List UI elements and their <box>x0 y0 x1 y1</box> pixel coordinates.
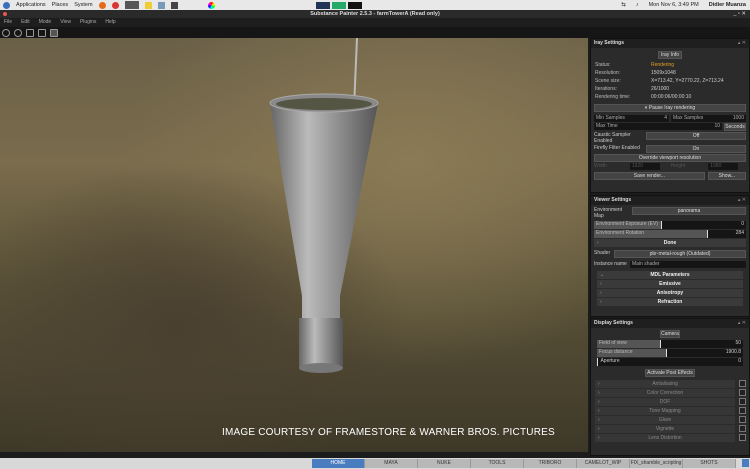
show-button[interactable]: Show... <box>707 172 746 180</box>
task-nuke[interactable]: NUKE <box>418 459 471 468</box>
menu-edit[interactable]: Edit <box>21 18 30 27</box>
effect-color-correction[interactable]: › Color Correction <box>595 389 746 397</box>
applications-menu[interactable]: Applications <box>16 2 46 8</box>
stat-row: Scene size: X=713.42, Y=2770.22, Z=713.24 <box>595 78 724 84</box>
menu-file[interactable]: File <box>4 18 12 27</box>
shader-select[interactable]: pbr-metal-rough (Outdated) <box>614 250 746 258</box>
status-badge: Rendering <box>651 62 675 68</box>
environment-icon[interactable] <box>14 28 22 37</box>
notes-icon[interactable] <box>144 1 152 9</box>
activate-post-effects-checkbox[interactable]: Activate Post Effects <box>645 369 695 377</box>
menu-help[interactable]: Help <box>105 18 115 27</box>
effect-lens-distortion[interactable]: › Lens Distortion <box>595 434 746 442</box>
min-samples-field[interactable]: Min Samples 4 <box>594 115 669 122</box>
task-shots[interactable]: SHOTS <box>683 459 736 468</box>
caustic-toggle[interactable]: Off <box>646 132 746 140</box>
camera-icon[interactable] <box>26 28 34 37</box>
iray-settings-panel: Iray Settings ▴ ✕ Iray Info Status: Render… <box>590 38 750 193</box>
menu-view[interactable]: View <box>60 18 71 27</box>
max-time-field[interactable]: Max Time 10 <box>594 123 722 130</box>
aperture-slider[interactable]: Aperture 0 <box>597 358 743 366</box>
monitor-icon[interactable] <box>157 1 165 9</box>
app-launcher-icon[interactable] <box>124 1 139 9</box>
task-maya[interactable]: MAYA <box>365 459 418 468</box>
terminal-icon[interactable] <box>170 1 178 9</box>
workspace-icon[interactable] <box>742 459 749 467</box>
toolbar <box>0 27 750 38</box>
settings-gear-icon[interactable] <box>2 28 10 37</box>
panel-controls[interactable]: ▴ ✕ <box>738 39 746 48</box>
effect-vignette[interactable]: › Vignette <box>595 425 746 433</box>
mdl-parameters-section[interactable]: ⌄ MDL Parameters <box>597 271 743 279</box>
time-unit-select[interactable]: Seconds <box>724 123 746 131</box>
width-field[interactable]: 1920 <box>629 163 660 170</box>
done-button[interactable]: › Done <box>594 239 746 247</box>
task-fix-shamble-scripting[interactable]: FIX_shamble_scripting <box>630 459 683 468</box>
panel-header: Display Settings ▴ ✕ <box>591 319 749 328</box>
camera-button[interactable]: Camera <box>660 330 680 338</box>
stat-row: Resolution: 1509x1048 <box>595 70 676 76</box>
panel-controls[interactable]: ▴ ✕ <box>738 196 746 205</box>
3d-viewport[interactable]: IMAGE COURTESY OF FRAMESTORE & WARNER BR… <box>0 38 588 452</box>
firefly-toggle[interactable]: On <box>646 145 746 153</box>
height-field[interactable]: 1080 <box>708 163 739 170</box>
places-menu[interactable]: Places <box>52 2 69 8</box>
image-credit: IMAGE COURTESY OF FRAMESTORE & WARNER BR… <box>222 427 555 438</box>
menu-bar: File Edit Mode View Plugins Help <box>0 18 750 27</box>
fov-slider[interactable]: Field of view 50 <box>597 340 743 348</box>
effect-tone-mapping[interactable]: › Tone Mapping <box>595 407 746 415</box>
cube-icon[interactable] <box>38 28 46 37</box>
stat-row: Iterations: 26/1000 <box>595 86 670 92</box>
system-menu[interactable]: System <box>74 2 92 8</box>
tower-model <box>269 38 379 373</box>
volume-icon[interactable]: ♪ <box>636 2 639 8</box>
gnome-logo-icon[interactable] <box>3 1 10 9</box>
network-icon[interactable]: ⇆ <box>621 2 626 8</box>
workspace-switcher[interactable] <box>315 1 362 9</box>
menu-plugins[interactable]: Plugins <box>80 18 96 27</box>
effect-antialiasing[interactable]: › Antialiasing <box>595 380 746 388</box>
iray-info-button[interactable]: Iray Info <box>658 51 682 59</box>
emissive-section[interactable]: › Emissive <box>597 280 743 288</box>
refraction-section[interactable]: › Refraction <box>597 298 743 306</box>
user-name[interactable]: Didier Muanza <box>709 2 746 8</box>
screenshot-icon[interactable] <box>50 28 58 37</box>
firefox-icon[interactable] <box>98 1 106 9</box>
window-title: Substance Painter 2.5.3 - farmTowerA (Re… <box>310 11 440 17</box>
effect-dof[interactable]: › DOF <box>595 398 746 406</box>
instance-name-input[interactable]: Main shader <box>630 261 746 268</box>
task-tools[interactable]: TOOLS <box>471 459 524 468</box>
focus-distance-slider[interactable]: Focus distance 1900.8 <box>597 349 743 357</box>
effect-glare[interactable]: › Glare <box>595 416 746 424</box>
exposure-slider[interactable]: Environment Exposure (EV) 0 <box>594 221 746 229</box>
menu-mode[interactable]: Mode <box>39 18 52 27</box>
save-render-button[interactable]: Save render... <box>594 172 705 180</box>
anisotropy-section[interactable]: › Anisotropy <box>597 289 743 297</box>
chrome-icon[interactable] <box>111 1 119 9</box>
panel-controls[interactable]: ▴ ✕ <box>738 319 746 328</box>
environment-map-select[interactable]: panorama <box>632 207 746 215</box>
close-icon[interactable] <box>3 12 7 16</box>
panel-header: Iray Settings ▴ ✕ <box>591 39 749 48</box>
display-settings-panel: Display Settings ▴ ✕ Camera Field of view… <box>590 318 750 456</box>
task-camelot-wip[interactable]: CAMELOT_WIP <box>577 459 630 468</box>
window-controls[interactable]: _ ▫ ✕ <box>733 10 746 18</box>
system-top-bar: Applications Places System ⇆ ♪ Mon Nov 6… <box>0 0 750 10</box>
task-home[interactable]: HOME <box>312 459 365 468</box>
workspace-taskbar: HOME MAYA NUKE TOOLS TRIBORO CAMELOT_WIP… <box>0 458 750 469</box>
pause-rendering-button[interactable]: ⏸ Pause Iray rendering <box>594 104 746 112</box>
stat-row: Rendering time: 00:00:06/00:00:10 <box>595 94 692 100</box>
stat-row: Status: Rendering <box>595 62 675 68</box>
rotation-slider[interactable]: Environment Rotation 284 <box>594 230 746 238</box>
max-samples-field[interactable]: Max Samples 1000 <box>671 115 746 122</box>
task-triboro[interactable]: TRIBORO <box>524 459 577 468</box>
color-picker-icon[interactable] <box>207 1 215 9</box>
window-title-bar: Substance Painter 2.5.3 - farmTowerA (Re… <box>0 10 750 18</box>
override-resolution-button[interactable]: Override viewport resolution <box>594 154 746 162</box>
clock[interactable]: Mon Nov 6, 3:49 PM <box>649 2 699 8</box>
panel-header: Viewer Settings ▴ ✕ <box>591 196 749 205</box>
viewer-settings-panel: Viewer Settings ▴ ✕ Environment Map panora… <box>590 195 750 317</box>
